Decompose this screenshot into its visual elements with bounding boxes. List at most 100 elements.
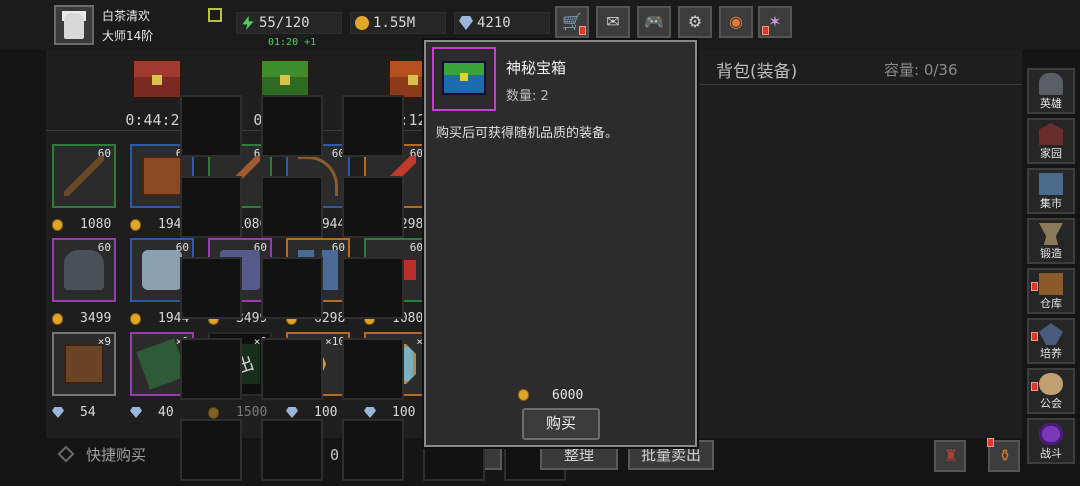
energy-value: 55/120 — [259, 15, 310, 31]
potion-filter-button[interactable]: ⚱ — [987, 438, 1020, 472]
nav-label: 英雄 — [1040, 97, 1062, 110]
armor-icon — [142, 250, 182, 290]
nav-market[interactable]: 集市 — [1027, 168, 1075, 214]
bag-slot[interactable] — [180, 419, 242, 481]
nav-home[interactable]: 家园 — [1027, 118, 1075, 164]
wheel-button[interactable]: ◉ — [719, 6, 753, 38]
gold-coin-icon — [208, 407, 219, 419]
gem-value: 4210 — [477, 15, 511, 31]
staff-icon — [64, 156, 104, 196]
nav-label: 公会 — [1040, 397, 1062, 410]
bag-slot[interactable] — [180, 257, 242, 319]
guild-icon — [1039, 373, 1063, 395]
popup-price: 6000 — [518, 387, 608, 405]
red-chest-icon — [132, 59, 182, 99]
avatar-face — [64, 13, 84, 39]
alert-badge — [579, 26, 586, 35]
alert-badge — [1031, 332, 1038, 341]
bag-slot[interactable] — [261, 338, 323, 400]
nav-battle[interactable]: 战斗 — [1027, 418, 1075, 464]
nav-label: 集市 — [1040, 197, 1062, 210]
gold-coin-icon — [518, 389, 529, 401]
alert-badge — [762, 26, 769, 35]
settings-button[interactable]: ⚙ — [678, 6, 712, 38]
gem-icon — [459, 16, 473, 30]
nav-hero[interactable]: 英雄 — [1027, 68, 1075, 114]
nav-forge[interactable]: 锻造 — [1027, 218, 1075, 264]
item-price: 3499 — [52, 310, 122, 328]
nav-warehouse[interactable]: 仓库 — [1027, 268, 1075, 314]
gem-icon — [364, 407, 376, 418]
diamond-checkbox-icon — [57, 445, 75, 463]
fireworks-button[interactable]: ✶ — [758, 6, 792, 38]
gold-coin-icon — [52, 313, 63, 325]
gold-coin-icon — [52, 219, 63, 231]
bag-slot[interactable] — [342, 95, 404, 157]
shop-item-staff[interactable]: 60 — [52, 144, 116, 208]
potion-icon: ⚱ — [998, 446, 1012, 465]
nav-label: 培养 — [1040, 347, 1062, 360]
nav-label: 仓库 — [1040, 297, 1062, 310]
warehouse-icon — [1039, 273, 1063, 295]
bag-slot[interactable] — [261, 176, 323, 238]
item-price: 1080 — [52, 216, 122, 234]
alert-badge — [1031, 282, 1038, 291]
gear-icon: ⚙ — [687, 12, 703, 31]
helmet-icon — [64, 250, 104, 290]
market-icon — [1039, 173, 1063, 195]
bag-slot[interactable] — [180, 95, 242, 157]
item-count: 60 — [409, 241, 423, 254]
green-chest-icon — [260, 59, 310, 99]
price-value: 6000 — [552, 388, 584, 403]
gold-coin-icon — [355, 16, 369, 30]
gem-icon — [286, 407, 298, 418]
nav-cultivate[interactable]: 培养 — [1027, 318, 1075, 364]
gold-coin-icon — [130, 313, 141, 325]
bag-slot[interactable] — [342, 419, 404, 481]
alert-badge — [1031, 382, 1038, 391]
gem-icon — [130, 407, 142, 418]
player-avatar[interactable] — [54, 5, 94, 45]
gold-coin-icon — [130, 219, 141, 231]
bag-slot[interactable] — [342, 176, 404, 238]
gem-icon — [52, 407, 64, 418]
item-detail-popup: 神秘宝箱 数量: 2 购买后可获得随机品质的装备。 6000 购买 — [424, 40, 697, 447]
player-name: 白茶清欢 — [102, 9, 151, 23]
player-rank: 大师14阶 — [102, 29, 154, 43]
energy-icon — [242, 16, 254, 30]
item-price: 54 — [52, 404, 122, 422]
popup-title: 神秘宝箱 — [506, 59, 567, 77]
nav-guild[interactable]: 公会 — [1027, 368, 1075, 414]
nav-label: 家园 — [1040, 147, 1062, 160]
battle-icon — [1039, 423, 1063, 445]
nav-label: 战斗 — [1040, 447, 1062, 460]
bag-slot[interactable] — [261, 419, 323, 481]
nav-label: 锻造 — [1040, 247, 1062, 260]
item-count: 60 — [97, 241, 111, 254]
mail-button[interactable]: ✉ — [596, 6, 630, 38]
shop-item-spellbook[interactable]: ×9 — [52, 332, 116, 396]
alert-badge — [987, 438, 994, 447]
shop-cart-button[interactable]: 🛒 — [555, 6, 589, 38]
bag-slot[interactable] — [342, 257, 404, 319]
energy-display: 55/120 — [236, 12, 342, 34]
popup-quantity: 数量: 2 — [506, 89, 549, 104]
cultivate-icon — [1039, 323, 1063, 345]
bag-slot[interactable] — [180, 338, 242, 400]
spellbook-icon — [64, 344, 104, 384]
bag-title: 背包(装备) — [716, 62, 798, 82]
buy-button[interactable]: 购买 — [522, 408, 600, 440]
gamepad-button[interactable]: 🎮 — [637, 6, 671, 38]
shop-item-helmet[interactable]: 60 — [52, 238, 116, 302]
equipment-filter-button[interactable]: ♜ — [934, 440, 966, 472]
popup-description: 购买后可获得随机品质的装备。 — [436, 126, 619, 141]
bag-slot[interactable] — [261, 95, 323, 157]
gamepad-icon: 🎮 — [644, 12, 664, 31]
edit-name-icon[interactable] — [208, 8, 222, 22]
home-icon — [1039, 123, 1063, 145]
bag-slot[interactable] — [342, 338, 404, 400]
gem-display: 4210 — [454, 12, 550, 34]
gold-value: 1.55M — [373, 15, 416, 31]
bag-slot[interactable] — [180, 176, 242, 238]
bag-slot[interactable] — [261, 257, 323, 319]
